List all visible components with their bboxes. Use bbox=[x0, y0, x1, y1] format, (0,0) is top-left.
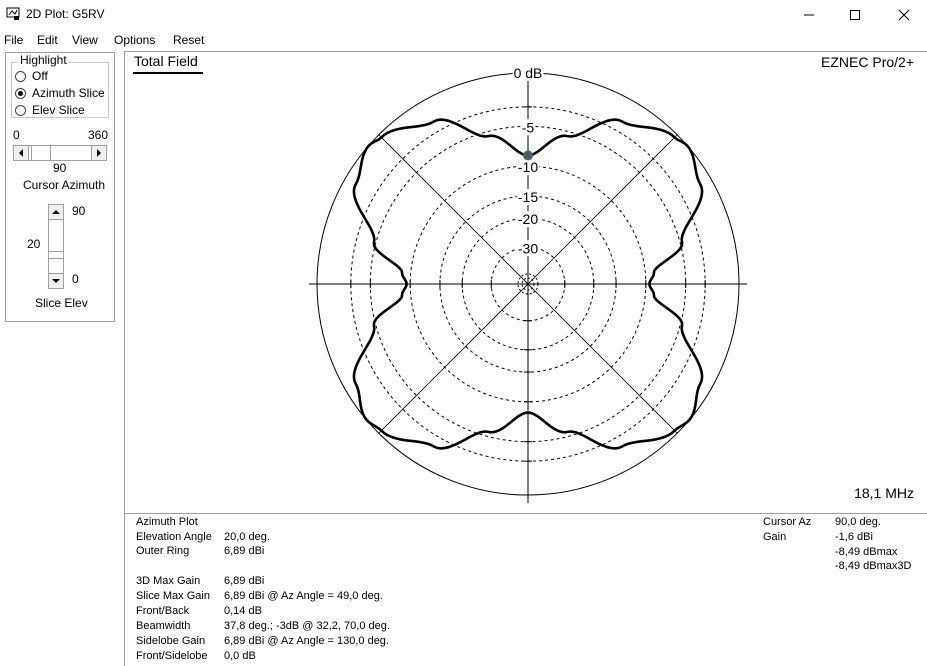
azimuth-value: 90 bbox=[53, 161, 67, 175]
menu-file[interactable]: File bbox=[4, 33, 23, 47]
elevation-value: 20 bbox=[27, 237, 41, 251]
minimize-button[interactable] bbox=[786, 0, 832, 30]
info-value: 6,89 dBi @ Az Angle = 49,0 deg. bbox=[224, 590, 383, 602]
info-label: Azimuth Plot bbox=[136, 516, 198, 528]
scroll-down-button[interactable] bbox=[48, 273, 64, 289]
info-value: 20,0 deg. bbox=[224, 531, 270, 543]
highlight-group-label: Highlight bbox=[18, 53, 69, 67]
ring-label: -10 bbox=[518, 159, 538, 175]
gain-value-dbi: -1,6 dBi bbox=[835, 531, 873, 543]
gain-label: Gain bbox=[763, 531, 787, 543]
arrow-up-icon bbox=[52, 210, 60, 214]
elevation-thumb[interactable] bbox=[48, 251, 64, 259]
cursor-az-label: Cursor Az bbox=[763, 516, 812, 528]
app-icon bbox=[6, 7, 20, 20]
gain-value-dbmax3d: -8,49 dBmax3D bbox=[835, 560, 912, 572]
arrow-down-icon bbox=[52, 279, 60, 283]
close-button[interactable] bbox=[881, 0, 927, 30]
info-label: Front/Sidelobe bbox=[136, 650, 208, 662]
radio-circle[interactable] bbox=[15, 70, 26, 82]
plot-title-underline bbox=[133, 72, 203, 74]
cursor-azimuth-label: Cursor Azimuth bbox=[23, 178, 106, 192]
azimuth-scrollbar[interactable] bbox=[13, 145, 107, 161]
info-value: 6,89 dBi bbox=[224, 575, 265, 587]
window-title: 2D Plot: G5RV bbox=[26, 7, 105, 21]
azimuth-thumb[interactable] bbox=[31, 145, 51, 161]
ring-label: 0 dB bbox=[514, 65, 543, 81]
menu-bar: File Edit View Options Reset bbox=[0, 30, 927, 50]
info-label: Slice Max Gain bbox=[136, 590, 210, 602]
minimize-icon bbox=[804, 14, 814, 16]
menu-view[interactable]: View bbox=[72, 33, 98, 47]
ring-label: -20 bbox=[518, 211, 538, 227]
elevation-scrollbar[interactable] bbox=[48, 204, 64, 289]
maximize-button[interactable] bbox=[832, 0, 878, 30]
maximize-icon bbox=[850, 10, 860, 20]
info-label: Elevation Angle bbox=[136, 531, 212, 543]
menu-options[interactable]: Options bbox=[114, 33, 155, 47]
info-label: Beamwidth bbox=[136, 620, 191, 632]
radio-label: Off bbox=[32, 69, 48, 83]
arrow-right-icon bbox=[97, 149, 101, 157]
cursor-az-value: 90,0 deg. bbox=[835, 516, 881, 528]
polar-chart: 0 dB -5 -10 -15 -20 -30 bbox=[309, 65, 747, 503]
control-panel: Highlight Off Azimuth Slice Elev Slice 0… bbox=[5, 52, 115, 322]
cursor-marker bbox=[523, 150, 533, 161]
slice-elev-label: Slice Elev bbox=[35, 296, 88, 310]
info-label: 3D Max Gain bbox=[136, 575, 201, 587]
info-label: Outer Ring bbox=[136, 545, 190, 557]
ring-label: -15 bbox=[518, 189, 538, 205]
plot-area: 0 dB -5 -10 -15 -20 -30 Total Field EZNEC Pro… bbox=[124, 51, 927, 513]
radio-elev-slice[interactable]: Elev Slice bbox=[15, 102, 85, 118]
scroll-up-button[interactable] bbox=[48, 204, 64, 220]
info-value: 6,89 dBi bbox=[224, 545, 265, 557]
radio-circle-selected[interactable] bbox=[15, 87, 26, 99]
info-value: 6,89 dBi @ Az Angle = 130,0 deg. bbox=[224, 635, 389, 647]
radio-azimuth-slice[interactable]: Azimuth Slice bbox=[15, 85, 105, 101]
close-icon bbox=[898, 9, 910, 21]
plot-title: Total Field bbox=[134, 53, 198, 69]
info-value: 37,8 deg.; -3dB @ 32,2, 70,0 deg. bbox=[224, 620, 390, 632]
info-label: Front/Back bbox=[136, 605, 190, 617]
info-value: 0,14 dB bbox=[224, 605, 262, 617]
menu-edit[interactable]: Edit bbox=[37, 33, 58, 47]
scroll-right-button[interactable] bbox=[91, 145, 107, 161]
menu-reset[interactable]: Reset bbox=[173, 33, 204, 47]
info-label: Sidelobe Gain bbox=[136, 635, 206, 647]
title-bar: 2D Plot: G5RV bbox=[0, 0, 927, 30]
radio-off[interactable]: Off bbox=[15, 68, 48, 84]
info-panel: Azimuth Plot Elevation Angle 20,0 deg. O… bbox=[124, 513, 927, 666]
azimuth-max-label: 360 bbox=[88, 128, 109, 142]
radio-circle[interactable] bbox=[15, 104, 26, 116]
azimuth-min-label: 0 bbox=[13, 128, 20, 142]
ring-label: -30 bbox=[518, 240, 538, 256]
radio-label: Elev Slice bbox=[32, 103, 85, 117]
brand-label: EZNEC Pro/2+ bbox=[821, 54, 914, 70]
radio-label: Azimuth Slice bbox=[32, 86, 105, 100]
scroll-left-button[interactable] bbox=[13, 145, 29, 161]
elevation-min-label: 0 bbox=[72, 272, 79, 286]
elevation-max-label: 90 bbox=[72, 204, 86, 218]
info-value: 0,0 dB bbox=[224, 650, 256, 662]
ring-label: -5 bbox=[522, 119, 535, 135]
arrow-left-icon bbox=[19, 149, 23, 157]
frequency-label: 18,1 MHz bbox=[854, 485, 914, 501]
gain-value-dbmax: -8,49 dBmax bbox=[835, 546, 898, 558]
